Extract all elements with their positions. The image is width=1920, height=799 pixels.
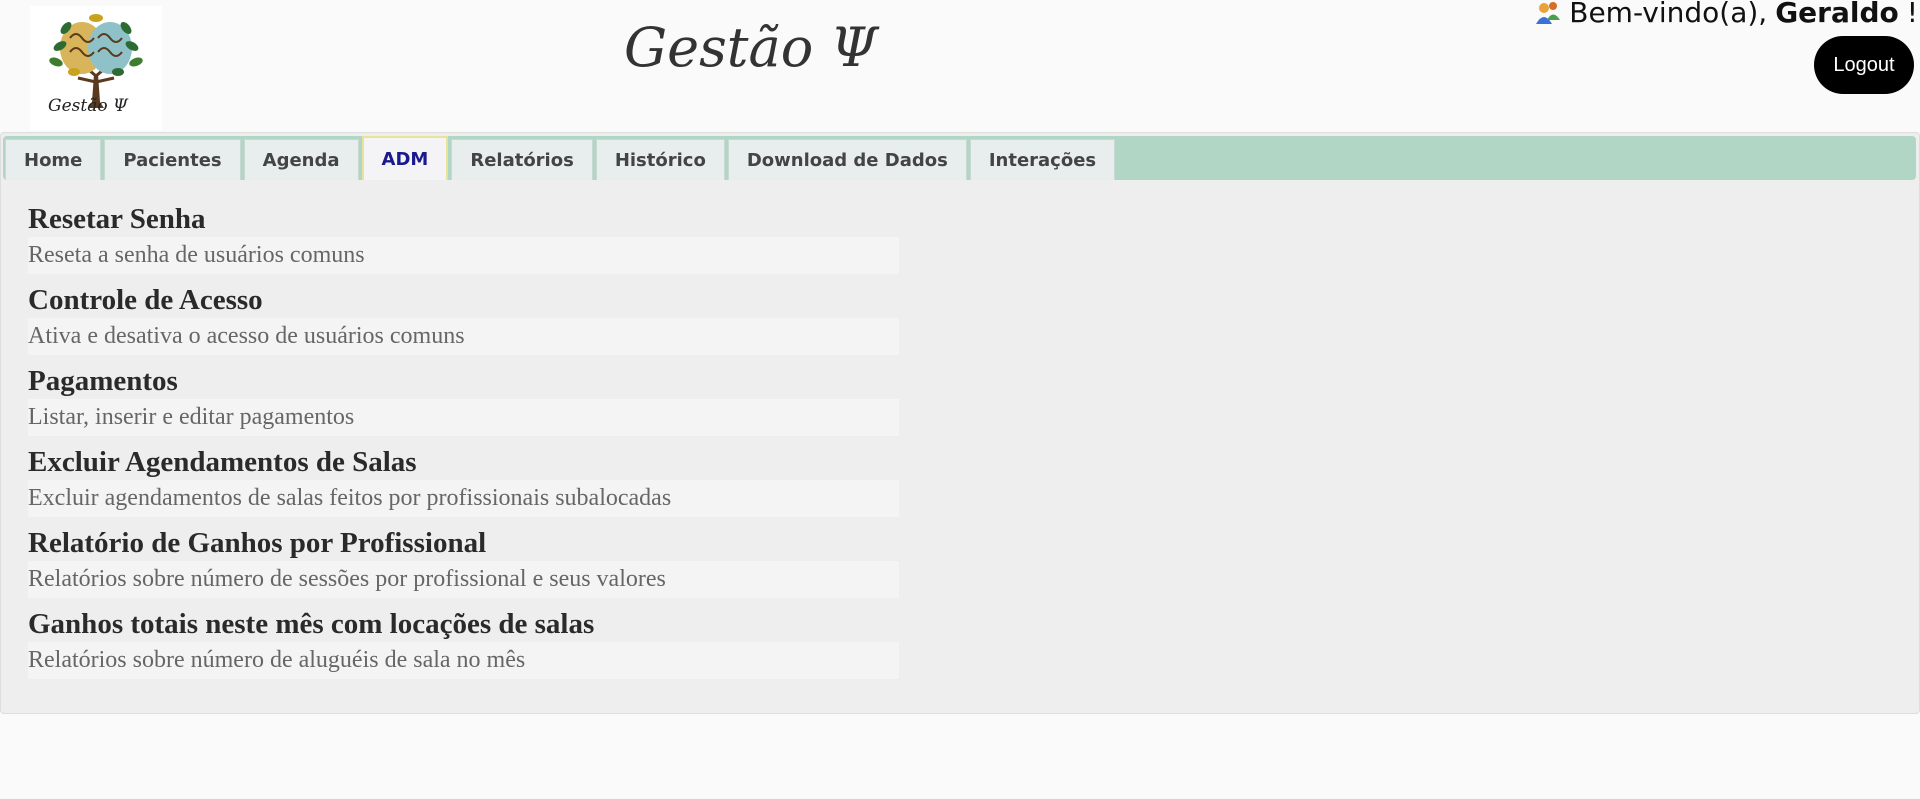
admin-item-controle-de-acesso[interactable]: Controle de Acesso Ativa e desativa o ac…	[28, 282, 899, 355]
tab-historico[interactable]: Histórico	[595, 139, 725, 180]
admin-item-title[interactable]: Relatório de Ganhos por Profissional	[28, 525, 899, 561]
logo[interactable]: Gestão Ψ	[30, 6, 162, 130]
admin-item-description: Excluir agendamentos de salas feitos por…	[28, 480, 899, 517]
tab-adm[interactable]: ADM	[361, 136, 449, 180]
admin-item-title[interactable]: Resetar Senha	[28, 201, 899, 237]
admin-item-description: Ativa e desativa o acesso de usuários co…	[28, 318, 899, 355]
admin-item-title[interactable]: Ganhos totais neste mês com locações de …	[28, 606, 899, 642]
admin-item-excluir-agendamentos[interactable]: Excluir Agendamentos de Salas Excluir ag…	[28, 444, 899, 517]
user-name: Geraldo	[1775, 0, 1899, 29]
tab-pacientes[interactable]: Pacientes	[104, 139, 241, 180]
welcome-suffix: !	[1906, 0, 1918, 29]
admin-item-ganhos-totais[interactable]: Ganhos totais neste mês com locações de …	[28, 606, 899, 679]
users-icon	[1536, 1, 1561, 24]
admin-item-title[interactable]: Controle de Acesso	[28, 282, 899, 318]
page-title: Gestão Ψ	[624, 16, 878, 79]
tab-bar: Home Pacientes Agenda ADM Relatórios His…	[3, 136, 1916, 180]
admin-item-title[interactable]: Excluir Agendamentos de Salas	[28, 444, 899, 480]
admin-item-title[interactable]: Pagamentos	[28, 363, 899, 399]
header: Gestão Ψ Gestão Ψ Bem-vindo(a), Geraldo …	[0, 0, 1920, 132]
logo-text: Gestão Ψ	[48, 96, 128, 116]
admin-item-description: Relatórios sobre número de sessões por p…	[28, 561, 899, 598]
admin-item-resetar-senha[interactable]: Resetar Senha Reseta a senha de usuários…	[28, 201, 899, 274]
logout-button[interactable]: Logout	[1814, 36, 1914, 94]
tab-interacoes[interactable]: Interações	[969, 139, 1116, 180]
admin-item-description: Relatórios sobre número de aluguéis de s…	[28, 642, 899, 679]
admin-item-description: Listar, inserir e editar pagamentos	[28, 399, 899, 436]
admin-item-relatorio-ganhos[interactable]: Relatório de Ganhos por Profissional Rel…	[28, 525, 899, 598]
tab-agenda[interactable]: Agenda	[243, 139, 359, 180]
tabs-container: Home Pacientes Agenda ADM Relatórios His…	[0, 132, 1920, 714]
admin-menu: Resetar Senha Reseta a senha de usuários…	[28, 201, 899, 687]
tab-home[interactable]: Home	[5, 139, 102, 180]
admin-item-pagamentos[interactable]: Pagamentos Listar, inserir e editar paga…	[28, 363, 899, 436]
tab-download-de-dados[interactable]: Download de Dados	[727, 139, 967, 180]
welcome-message: Bem-vindo(a), Geraldo !	[1535, 0, 1918, 29]
tab-relatorios[interactable]: Relatórios	[451, 139, 593, 180]
welcome-prefix: Bem-vindo(a),	[1569, 0, 1768, 29]
admin-item-description: Reseta a senha de usuários comuns	[28, 237, 899, 274]
